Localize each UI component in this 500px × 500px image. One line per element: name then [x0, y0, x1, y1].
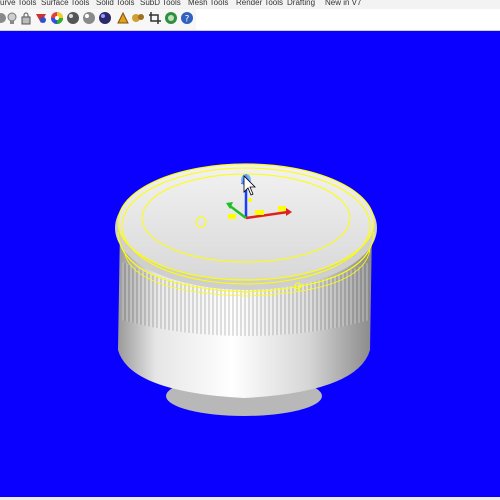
lock-icon[interactable] [19, 11, 33, 25]
shaded-sphere-icon[interactable] [98, 11, 112, 25]
globe-render-icon[interactable] [164, 11, 178, 25]
svg-text:?: ? [185, 15, 190, 25]
cylindrical-cap-model[interactable] [0, 31, 500, 497]
color-wheel-icon[interactable] [50, 11, 64, 25]
toolbar-empty-area [196, 9, 500, 30]
tab-new-in-v7[interactable]: New in V7 [325, 0, 361, 8]
tab-subd-tools[interactable]: SubD Tools [140, 0, 181, 8]
tab-surface-tools[interactable]: Surface Tools [41, 0, 89, 8]
help-icon[interactable]: ? [180, 11, 194, 25]
material-icon[interactable] [34, 11, 48, 25]
tab-curve-tools[interactable]: urve Tools [0, 0, 36, 8]
scale-handle-y[interactable] [228, 214, 236, 219]
properties-icon[interactable] [131, 11, 145, 25]
tab-mesh-tools[interactable]: Mesh Tools [188, 0, 228, 8]
tab-render-tools[interactable]: Render Tools [236, 0, 283, 8]
crop-icon[interactable] [148, 11, 162, 25]
scale-handle-x[interactable] [255, 210, 264, 215]
gizmo-center [248, 198, 252, 202]
scale-handle-x2[interactable] [278, 206, 286, 211]
tab-solid-tools[interactable]: Solid Tools [96, 0, 135, 8]
environment-sphere-icon[interactable] [82, 11, 96, 25]
toolbar-tabs: urve Tools Surface Tools Solid Tools Sub… [0, 0, 500, 9]
tab-drafting[interactable]: Drafting [287, 0, 315, 8]
render-sphere-icon[interactable] [66, 11, 80, 25]
viewport-3d[interactable] [0, 31, 500, 497]
lightbulb-icon[interactable] [5, 11, 19, 25]
sun-icon[interactable] [116, 11, 130, 25]
